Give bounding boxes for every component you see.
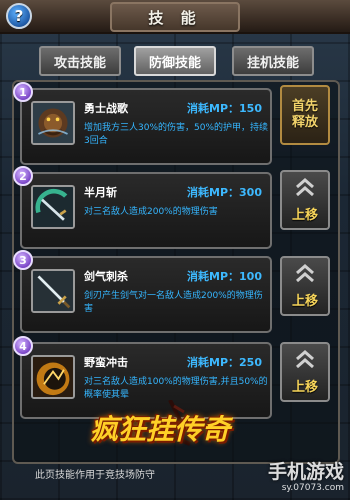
tab-bar: 攻击技能 防御技能 挂机技能 [0,46,350,76]
sword-thrust-icon [31,269,75,313]
move-up-button[interactable]: 上移 [280,256,330,316]
page-title: 技 能 [110,2,240,32]
skill-order-badge: 4 [13,336,33,356]
skill-name: 野蛮冲击 [84,356,128,369]
chevron-up-icon [296,178,314,197]
tab-defense-skills[interactable]: 防御技能 [134,46,216,76]
tab-attack-skills[interactable]: 攻击技能 [39,46,121,76]
move-up-label: 上移 [291,380,318,395]
help-button[interactable]: ? [6,3,32,29]
charge-icon [31,355,75,399]
skill-row[interactable]: 2 半月斩 消耗MP：300 对三名敌人造成200%的物理伤害 [13,166,272,249]
skill-row[interactable]: 4 野蛮冲击 消耗MP：250 对三名敌人造成100%的物理伤害,并且50%的概… [13,336,272,419]
skill-description: 对三名敌人造成100%的物理伤害,并且50%的概率使其晕 [84,377,268,400]
skill-order-badge: 2 [13,166,33,186]
move-up-button[interactable]: 上移 [280,170,330,230]
skill-mp-cost: 消耗MP：300 [187,186,262,199]
move-up-button[interactable]: 上移 [280,342,330,402]
beast-howl-icon [31,101,75,145]
skill-name: 半月斩 [84,186,117,199]
sword-arc-icon [31,185,75,229]
skill-row[interactable]: 3 剑气刺杀 消耗MP：100 剑刃产生剑气对一名敌人造成200%的物理伤害 [13,250,272,333]
skill-name: 勇士战歌 [84,102,128,115]
skill-mp-cost: 消耗MP：250 [187,356,262,369]
title-bar: ? 技 能 [0,0,350,34]
skill-name: 剑气刺杀 [84,270,128,283]
skill-description: 增加我方三人30%的伤害，50%的护甲，持续3回合 [84,123,269,146]
skill-mp-cost: 消耗MP：150 [187,102,262,115]
skill-row[interactable]: 1 勇士战歌 消耗MP：150 增加我方三人30%的伤害，50%的护甲，持续3回… [13,82,272,165]
skill-mp-cost: 消耗MP：100 [187,270,262,283]
skill-description: 剑刃产生剑气对一名敌人造成200%的物理伤害 [84,291,263,314]
move-up-label: 上移 [291,294,318,309]
move-up-label: 上移 [291,208,318,223]
skill-order-badge: 1 [13,82,33,102]
tab-idle-skills[interactable]: 挂机技能 [232,46,314,76]
footer-note: 此页技能作用于竞技场防守 [35,470,155,481]
cast-first-label-2: 释放 [291,115,318,130]
cast-first-label-1: 首先 [291,99,318,114]
skill-order-badge: 3 [13,250,33,270]
skill-description: 对三名敌人造成200%的物理伤害 [84,207,218,217]
help-icon: ? [14,7,24,25]
cast-first-button[interactable]: 首先 释放 [280,85,330,145]
chevron-up-icon [296,264,314,283]
chevron-up-icon [296,350,314,369]
